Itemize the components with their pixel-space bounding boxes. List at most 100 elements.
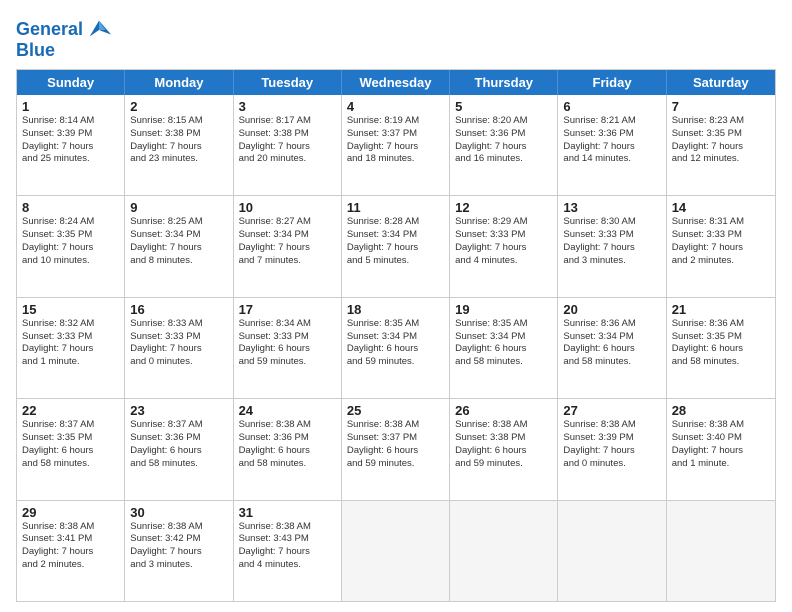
- cell-info: Sunrise: 8:14 AMSunset: 3:39 PMDaylight:…: [22, 115, 119, 166]
- day-number: 28: [672, 403, 770, 418]
- day-number: 7: [672, 99, 770, 114]
- header-day-monday: Monday: [125, 70, 233, 95]
- day-number: 29: [22, 505, 119, 520]
- day-number: 3: [239, 99, 336, 114]
- cell-info: Sunrise: 8:35 AMSunset: 3:34 PMDaylight:…: [455, 318, 552, 369]
- cal-cell-empty: [558, 501, 666, 601]
- cell-info: Sunrise: 8:38 AMSunset: 3:43 PMDaylight:…: [239, 521, 336, 572]
- cal-cell-19: 19Sunrise: 8:35 AMSunset: 3:34 PMDayligh…: [450, 298, 558, 398]
- calendar-row-2: 15Sunrise: 8:32 AMSunset: 3:33 PMDayligh…: [17, 297, 775, 398]
- cal-cell-14: 14Sunrise: 8:31 AMSunset: 3:33 PMDayligh…: [667, 196, 775, 296]
- day-number: 14: [672, 200, 770, 215]
- cell-info: Sunrise: 8:38 AMSunset: 3:40 PMDaylight:…: [672, 419, 770, 470]
- cal-cell-3: 3Sunrise: 8:17 AMSunset: 3:38 PMDaylight…: [234, 95, 342, 195]
- day-number: 31: [239, 505, 336, 520]
- cal-cell-12: 12Sunrise: 8:29 AMSunset: 3:33 PMDayligh…: [450, 196, 558, 296]
- cal-cell-23: 23Sunrise: 8:37 AMSunset: 3:36 PMDayligh…: [125, 399, 233, 499]
- cal-cell-29: 29Sunrise: 8:38 AMSunset: 3:41 PMDayligh…: [17, 501, 125, 601]
- cal-cell-empty: [450, 501, 558, 601]
- header: General Blue: [16, 16, 776, 61]
- day-number: 13: [563, 200, 660, 215]
- cell-info: Sunrise: 8:20 AMSunset: 3:36 PMDaylight:…: [455, 115, 552, 166]
- cell-info: Sunrise: 8:38 AMSunset: 3:41 PMDaylight:…: [22, 521, 119, 572]
- day-number: 12: [455, 200, 552, 215]
- cell-info: Sunrise: 8:29 AMSunset: 3:33 PMDaylight:…: [455, 216, 552, 267]
- day-number: 6: [563, 99, 660, 114]
- cal-cell-21: 21Sunrise: 8:36 AMSunset: 3:35 PMDayligh…: [667, 298, 775, 398]
- header-day-saturday: Saturday: [667, 70, 775, 95]
- cal-cell-20: 20Sunrise: 8:36 AMSunset: 3:34 PMDayligh…: [558, 298, 666, 398]
- cal-cell-9: 9Sunrise: 8:25 AMSunset: 3:34 PMDaylight…: [125, 196, 233, 296]
- page: General Blue SundayMondayTuesdayWednesda…: [0, 0, 792, 612]
- cal-cell-16: 16Sunrise: 8:33 AMSunset: 3:33 PMDayligh…: [125, 298, 233, 398]
- cell-info: Sunrise: 8:37 AMSunset: 3:35 PMDaylight:…: [22, 419, 119, 470]
- header-day-thursday: Thursday: [450, 70, 558, 95]
- cal-cell-7: 7Sunrise: 8:23 AMSunset: 3:35 PMDaylight…: [667, 95, 775, 195]
- cal-cell-2: 2Sunrise: 8:15 AMSunset: 3:38 PMDaylight…: [125, 95, 233, 195]
- logo-bird-icon: [85, 16, 113, 44]
- cal-cell-empty: [667, 501, 775, 601]
- cell-info: Sunrise: 8:30 AMSunset: 3:33 PMDaylight:…: [563, 216, 660, 267]
- header-day-wednesday: Wednesday: [342, 70, 450, 95]
- calendar-body: 1Sunrise: 8:14 AMSunset: 3:39 PMDaylight…: [17, 95, 775, 601]
- calendar-row-0: 1Sunrise: 8:14 AMSunset: 3:39 PMDaylight…: [17, 95, 775, 195]
- day-number: 20: [563, 302, 660, 317]
- day-number: 27: [563, 403, 660, 418]
- cal-cell-10: 10Sunrise: 8:27 AMSunset: 3:34 PMDayligh…: [234, 196, 342, 296]
- cal-cell-13: 13Sunrise: 8:30 AMSunset: 3:33 PMDayligh…: [558, 196, 666, 296]
- cell-info: Sunrise: 8:19 AMSunset: 3:37 PMDaylight:…: [347, 115, 444, 166]
- cal-cell-24: 24Sunrise: 8:38 AMSunset: 3:36 PMDayligh…: [234, 399, 342, 499]
- cell-info: Sunrise: 8:37 AMSunset: 3:36 PMDaylight:…: [130, 419, 227, 470]
- cal-cell-empty: [342, 501, 450, 601]
- cal-cell-31: 31Sunrise: 8:38 AMSunset: 3:43 PMDayligh…: [234, 501, 342, 601]
- cell-info: Sunrise: 8:38 AMSunset: 3:36 PMDaylight:…: [239, 419, 336, 470]
- day-number: 15: [22, 302, 119, 317]
- cell-info: Sunrise: 8:38 AMSunset: 3:37 PMDaylight:…: [347, 419, 444, 470]
- calendar-header: SundayMondayTuesdayWednesdayThursdayFrid…: [17, 70, 775, 95]
- cal-cell-15: 15Sunrise: 8:32 AMSunset: 3:33 PMDayligh…: [17, 298, 125, 398]
- cell-info: Sunrise: 8:21 AMSunset: 3:36 PMDaylight:…: [563, 115, 660, 166]
- day-number: 19: [455, 302, 552, 317]
- cell-info: Sunrise: 8:35 AMSunset: 3:34 PMDaylight:…: [347, 318, 444, 369]
- day-number: 8: [22, 200, 119, 215]
- day-number: 18: [347, 302, 444, 317]
- day-number: 22: [22, 403, 119, 418]
- cal-cell-5: 5Sunrise: 8:20 AMSunset: 3:36 PMDaylight…: [450, 95, 558, 195]
- day-number: 26: [455, 403, 552, 418]
- calendar: SundayMondayTuesdayWednesdayThursdayFrid…: [16, 69, 776, 602]
- cell-info: Sunrise: 8:38 AMSunset: 3:42 PMDaylight:…: [130, 521, 227, 572]
- day-number: 4: [347, 99, 444, 114]
- day-number: 9: [130, 200, 227, 215]
- cell-info: Sunrise: 8:28 AMSunset: 3:34 PMDaylight:…: [347, 216, 444, 267]
- day-number: 23: [130, 403, 227, 418]
- logo: General Blue: [16, 16, 113, 61]
- day-number: 11: [347, 200, 444, 215]
- cell-info: Sunrise: 8:34 AMSunset: 3:33 PMDaylight:…: [239, 318, 336, 369]
- day-number: 10: [239, 200, 336, 215]
- cal-cell-18: 18Sunrise: 8:35 AMSunset: 3:34 PMDayligh…: [342, 298, 450, 398]
- cell-info: Sunrise: 8:38 AMSunset: 3:38 PMDaylight:…: [455, 419, 552, 470]
- day-number: 16: [130, 302, 227, 317]
- day-number: 30: [130, 505, 227, 520]
- cal-cell-27: 27Sunrise: 8:38 AMSunset: 3:39 PMDayligh…: [558, 399, 666, 499]
- day-number: 5: [455, 99, 552, 114]
- cell-info: Sunrise: 8:27 AMSunset: 3:34 PMDaylight:…: [239, 216, 336, 267]
- cal-cell-28: 28Sunrise: 8:38 AMSunset: 3:40 PMDayligh…: [667, 399, 775, 499]
- cell-info: Sunrise: 8:15 AMSunset: 3:38 PMDaylight:…: [130, 115, 227, 166]
- cell-info: Sunrise: 8:24 AMSunset: 3:35 PMDaylight:…: [22, 216, 119, 267]
- cal-cell-6: 6Sunrise: 8:21 AMSunset: 3:36 PMDaylight…: [558, 95, 666, 195]
- cell-info: Sunrise: 8:25 AMSunset: 3:34 PMDaylight:…: [130, 216, 227, 267]
- cal-cell-26: 26Sunrise: 8:38 AMSunset: 3:38 PMDayligh…: [450, 399, 558, 499]
- day-number: 17: [239, 302, 336, 317]
- day-number: 2: [130, 99, 227, 114]
- cal-cell-11: 11Sunrise: 8:28 AMSunset: 3:34 PMDayligh…: [342, 196, 450, 296]
- cell-info: Sunrise: 8:36 AMSunset: 3:34 PMDaylight:…: [563, 318, 660, 369]
- calendar-row-3: 22Sunrise: 8:37 AMSunset: 3:35 PMDayligh…: [17, 398, 775, 499]
- cal-cell-8: 8Sunrise: 8:24 AMSunset: 3:35 PMDaylight…: [17, 196, 125, 296]
- cell-info: Sunrise: 8:33 AMSunset: 3:33 PMDaylight:…: [130, 318, 227, 369]
- cal-cell-1: 1Sunrise: 8:14 AMSunset: 3:39 PMDaylight…: [17, 95, 125, 195]
- day-number: 25: [347, 403, 444, 418]
- cell-info: Sunrise: 8:38 AMSunset: 3:39 PMDaylight:…: [563, 419, 660, 470]
- cal-cell-30: 30Sunrise: 8:38 AMSunset: 3:42 PMDayligh…: [125, 501, 233, 601]
- calendar-row-4: 29Sunrise: 8:38 AMSunset: 3:41 PMDayligh…: [17, 500, 775, 601]
